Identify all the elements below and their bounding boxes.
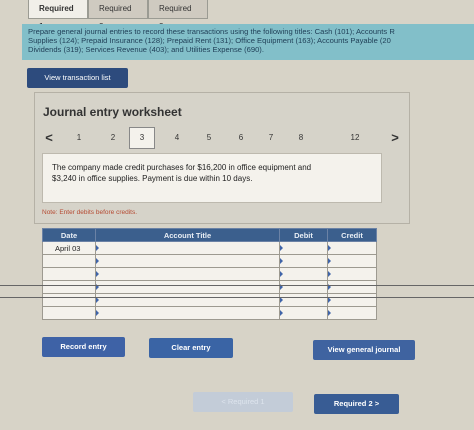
instructions-banner: Prepare general journal entries to recor…	[22, 24, 474, 60]
debit-input[interactable]	[279, 241, 328, 255]
prev-required-button[interactable]: < Required 1	[193, 392, 293, 412]
account-title-dropdown[interactable]	[95, 306, 280, 320]
view-transaction-list-button[interactable]: View transaction list	[27, 68, 128, 88]
account-title-dropdown[interactable]	[95, 280, 280, 294]
table-header-row: Date Account Title Debit Credit	[42, 228, 377, 242]
header-debit: Debit	[279, 228, 328, 242]
record-entry-button[interactable]: Record entry	[42, 337, 125, 357]
clear-entry-button[interactable]: Clear entry	[149, 338, 233, 358]
pager-page-5[interactable]: 5	[199, 129, 219, 147]
tab-bar: Required 1 Required 2 Required 3	[28, 0, 208, 31]
tab-required-1[interactable]: Required 1	[28, 0, 88, 31]
table-row	[42, 254, 377, 268]
debit-input[interactable]	[279, 306, 328, 320]
table-row	[42, 280, 377, 294]
header-date: Date	[42, 228, 96, 242]
table-row	[42, 293, 377, 307]
next-required-button[interactable]: Required 2 >	[314, 394, 399, 414]
table-row	[42, 306, 377, 320]
date-cell[interactable]	[42, 280, 96, 294]
pager-page-8[interactable]: 8	[291, 129, 311, 147]
credit-input[interactable]	[327, 306, 377, 320]
debit-input[interactable]	[279, 293, 328, 307]
header-account-title: Account Title	[95, 228, 280, 242]
credit-input[interactable]	[327, 241, 377, 255]
account-title-dropdown[interactable]	[95, 254, 280, 268]
debit-input[interactable]	[279, 280, 328, 294]
instructions-line-2: Supplies (124); Prepaid Insurance (128);…	[28, 36, 391, 45]
date-cell[interactable]	[42, 254, 96, 268]
pager-page-4[interactable]: 4	[167, 129, 187, 147]
date-cell[interactable]	[42, 293, 96, 307]
description-line-1: The company made credit purchases for $1…	[52, 163, 312, 172]
credit-input[interactable]	[327, 254, 377, 268]
pager-page-3-current[interactable]: 3	[129, 127, 155, 149]
pager-page-6[interactable]: 6	[231, 129, 251, 147]
date-cell[interactable]	[42, 306, 96, 320]
screen-divider-line	[0, 285, 474, 286]
pager-next-arrow[interactable]: >	[389, 129, 401, 147]
date-cell[interactable]: April 03	[42, 241, 96, 255]
table-row	[42, 267, 377, 281]
pager-page-2[interactable]: 2	[103, 129, 123, 147]
account-title-dropdown[interactable]	[95, 267, 280, 281]
credit-input[interactable]	[327, 293, 377, 307]
screen-divider-line	[0, 297, 474, 298]
tab-required-2[interactable]: Required 2	[88, 0, 148, 31]
table-row: April 03	[42, 241, 377, 255]
instructions-line-1: Prepare general journal entries to recor…	[28, 27, 395, 36]
pager-page-12[interactable]: 12	[345, 129, 365, 147]
pager-prev-arrow[interactable]: <	[43, 129, 55, 147]
transaction-description: The company made credit purchases for $1…	[42, 153, 382, 203]
debit-input[interactable]	[279, 267, 328, 281]
worksheet-title: Journal entry worksheet	[43, 105, 182, 119]
description-line-2: $3,240 in office supplies. Payment is du…	[52, 174, 253, 183]
journal-entry-table: Date Account Title Debit Credit April 03	[42, 228, 377, 320]
view-general-journal-button[interactable]: View general journal	[313, 340, 415, 360]
pager-page-1[interactable]: 1	[69, 129, 89, 147]
header-credit: Credit	[327, 228, 377, 242]
debit-input[interactable]	[279, 254, 328, 268]
credit-input[interactable]	[327, 280, 377, 294]
transaction-pager: < 1 2 3 4 5 6 7 8 12 >	[39, 127, 405, 149]
credit-input[interactable]	[327, 267, 377, 281]
pager-page-7[interactable]: 7	[261, 129, 281, 147]
debits-note: Note: Enter debits before credits.	[42, 209, 138, 216]
account-title-dropdown[interactable]	[95, 241, 280, 255]
account-title-dropdown[interactable]	[95, 293, 280, 307]
tab-required-3[interactable]: Required 3	[148, 0, 208, 31]
date-cell[interactable]	[42, 267, 96, 281]
instructions-line-3: Dividends (319); Services Revenue (403);…	[28, 45, 264, 54]
